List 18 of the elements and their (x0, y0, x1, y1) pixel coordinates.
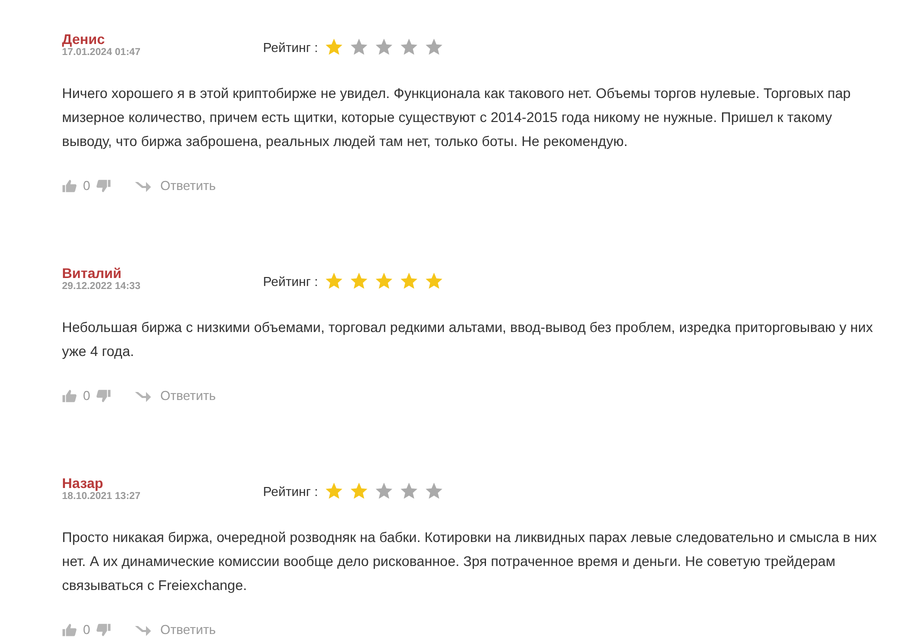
reply-link[interactable]: Ответить (135, 388, 216, 403)
review-date: 18.10.2021 13:27 (62, 491, 142, 503)
vote-count: 0 (83, 178, 90, 193)
review-text: Ничего хорошего я в этой криптобирже не увидел. Функционала как такового нет. Объемы торгов нулевые. Торговых пар мизерное количество, причем есть щитки, которые существуют с 2014-2015 года никому не нужные. Пришел к такому выводу, что биржа заброшена, реальных людей там нет, только боты. Не рекомендую. (62, 84, 852, 151)
reply-link[interactable]: Ответить (135, 178, 216, 193)
review-text: Небольшая биржа с низкими объемами, торговал редкими альтами, ввод-вывод без проблем, изредка приторговываю у них уже 4 года. (62, 318, 874, 361)
rating-label: Рейтинг : (263, 40, 318, 54)
vote-count: 0 (83, 388, 90, 403)
rating-label: Рейтинг : (263, 274, 318, 288)
author-name: Денис (62, 31, 106, 47)
review-text: Просто никакая биржа, очередной розводняк на бабки. Котировки на ликвидных парах левые следовательно и смысла в них нет. А их динамические комиссии вообще дело рискованное. Зря потраченное время и деньги. Не советую трейдерам связываться с Freiexchange. (62, 528, 878, 595)
author-name: Назар (62, 475, 104, 491)
review-date: 17.01.2024 01:47 (62, 47, 142, 59)
reply-link[interactable]: Ответить (135, 622, 216, 637)
author-name: Виталий (62, 265, 122, 281)
review-date: 29.12.2022 14:33 (62, 281, 142, 293)
vote-count: 0 (83, 622, 90, 637)
rating-label: Рейтинг : (263, 484, 318, 498)
